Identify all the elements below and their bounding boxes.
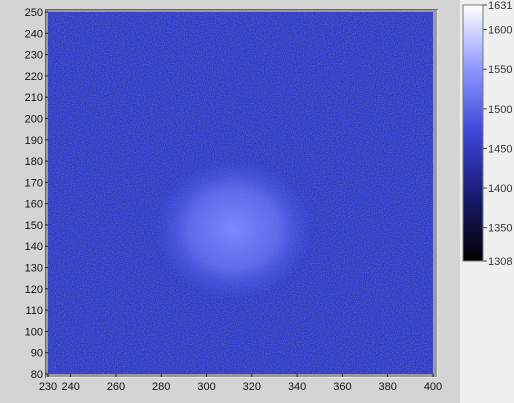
y-tick-label: 210 — [25, 92, 43, 104]
x-tick-label: 360 — [333, 381, 351, 393]
color-scale-bar — [462, 4, 484, 262]
x-tick-label: 400 — [424, 381, 442, 393]
y-tick-label: 230 — [25, 50, 43, 62]
y-tick-label: 250 — [25, 7, 43, 19]
y-tick-label: 130 — [25, 263, 43, 275]
intensity-graph: 80 90 100 110 120 130 140 150 160 170 180 190 200 210… — [25, 7, 443, 393]
y-tick-label: 100 — [25, 326, 43, 338]
y-tick-label: 150 — [25, 220, 43, 232]
y-tick-label: 190 — [25, 135, 43, 147]
color-scale-tick-label: 1631 — [488, 0, 512, 12]
color-scale-tick-label: 1600 — [488, 25, 512, 37]
x-tick-label: 280 — [152, 381, 170, 393]
x-tick-label: 320 — [243, 381, 261, 393]
x-tick-label: 230 — [39, 381, 57, 393]
x-tick-label: 240 — [61, 381, 79, 393]
color-scale-tick-label: 1308 — [488, 256, 512, 268]
y-tick-label: 240 — [25, 28, 43, 40]
y-tick-label: 140 — [25, 241, 43, 253]
plot-speckle — [48, 12, 433, 374]
color-scale-tick-label: 1400 — [488, 183, 512, 195]
color-scale: 1631 1600 1550 1500 1450 1400 1350 1308 — [462, 0, 512, 268]
color-scale-tick-label: 1450 — [488, 143, 512, 155]
color-scale-tick-label: 1500 — [488, 104, 512, 116]
y-tick-label: 200 — [25, 113, 43, 125]
y-tick-label: 220 — [25, 71, 43, 83]
y-tick-label: 80 — [31, 369, 43, 381]
y-tick-label: 90 — [31, 348, 43, 360]
y-tick-label: 120 — [25, 284, 43, 296]
y-axis: 80 90 100 110 120 130 140 150 160 170 180 190 200 210… — [25, 7, 48, 381]
y-tick-label: 180 — [25, 156, 43, 168]
x-tick-label: 340 — [288, 381, 306, 393]
y-tick-label: 110 — [25, 305, 43, 317]
y-tick-label: 160 — [25, 199, 43, 211]
x-axis: 230 240 260 280 300 320 340 360 380 400 — [39, 374, 442, 393]
color-scale-tick-label: 1350 — [488, 223, 512, 235]
x-tick-label: 380 — [379, 381, 397, 393]
x-tick-label: 300 — [197, 381, 215, 393]
y-tick-label: 170 — [25, 177, 43, 189]
color-scale-ticks: 1631 1600 1550 1500 1450 1400 1350 1308 — [483, 0, 512, 268]
color-scale-tick-label: 1550 — [488, 64, 512, 76]
x-tick-label: 260 — [107, 381, 125, 393]
